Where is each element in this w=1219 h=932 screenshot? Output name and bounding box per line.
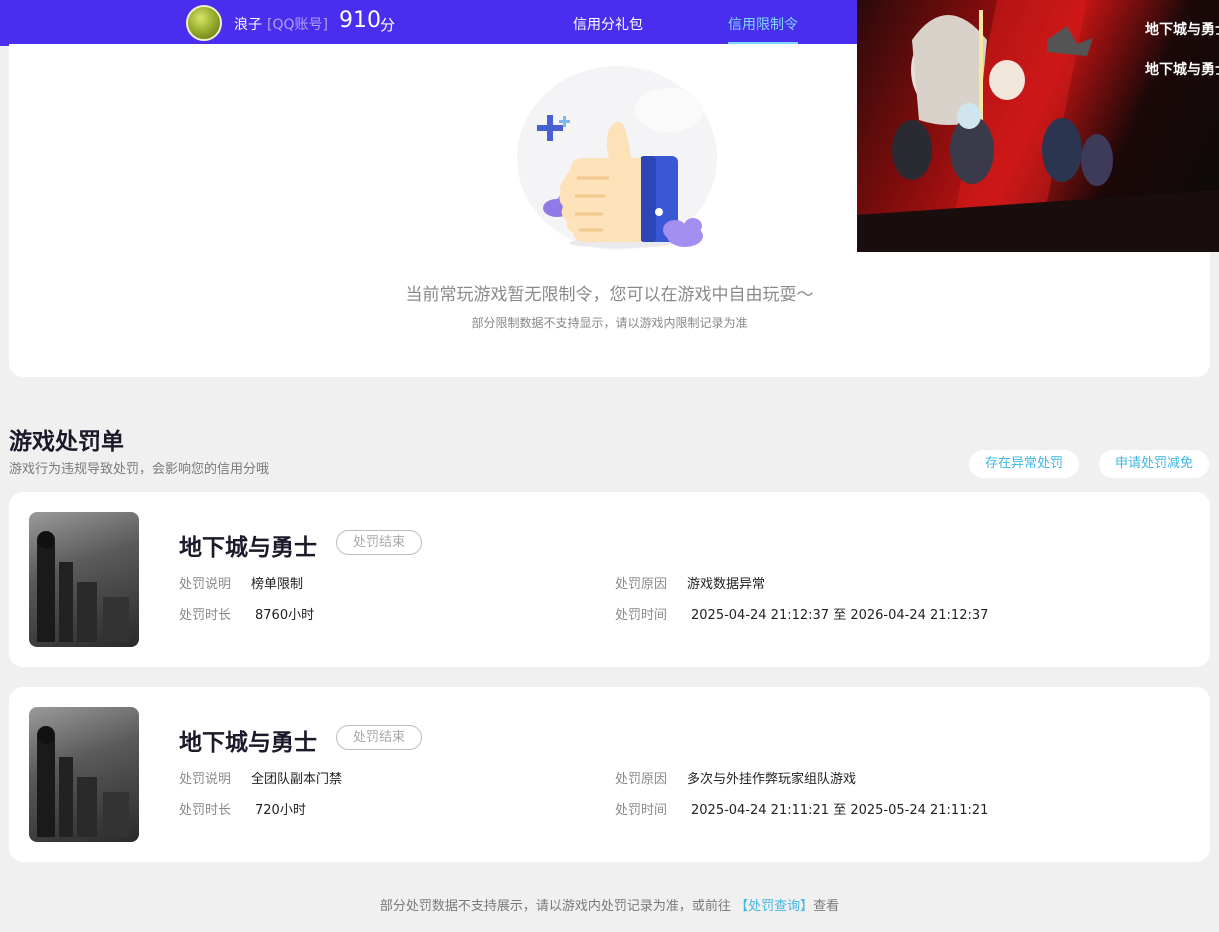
penalty-section-title: 游戏处罚单 [9, 429, 124, 455]
game-banner-ad[interactable]: 地下城与勇士 地下城与勇士 [857, 0, 1219, 252]
tab-credit-limit[interactable]: 信用限制令 [728, 14, 798, 34]
thumbs-up-icon [517, 66, 717, 250]
avatar[interactable] [186, 5, 222, 41]
penalty-reason-label: 处罚原因 [615, 577, 668, 592]
penalty-reason-value: 多次与外挂作弊玩家组队游戏 [687, 772, 857, 787]
penalty-time-label: 处罚时间 [615, 803, 668, 818]
status-badge: 处罚结束 [336, 725, 422, 750]
game-name: 地下城与勇士 [179, 535, 317, 561]
banner-artwork: 地下城与勇士 地下城与勇士 [857, 0, 1219, 252]
penalty-duration-label: 处罚时长 [179, 803, 232, 818]
status-badge: 处罚结束 [336, 530, 422, 555]
game-thumbnail [29, 707, 139, 842]
username: 浪子 [234, 17, 262, 33]
penalty-time-label: 处罚时间 [615, 608, 668, 623]
footer-text-after: 查看 [813, 899, 840, 914]
appeal-reduction-button[interactable]: 申请处罚减免 [1099, 450, 1209, 478]
penalty-desc-value: 全团队副本门禁 [251, 772, 343, 787]
abnormal-penalty-button[interactable]: 存在异常处罚 [969, 450, 1079, 478]
banner-logo-bottom: 地下城与勇士 [1145, 61, 1219, 78]
penalty-desc-value: 榜单限制 [251, 577, 304, 592]
credit-score-unit: 分 [380, 16, 396, 34]
penalty-time-value: 2025-04-24 21:12:37 至 2026-04-24 21:12:3… [691, 608, 989, 623]
penalty-reason-value: 游戏数据异常 [687, 577, 766, 592]
penalty-desc-label: 处罚说明 [179, 772, 232, 787]
banner-logo-top: 地下城与勇士 [1145, 21, 1219, 38]
empty-state-subtitle: 部分限制数据不支持显示，请以游戏内限制记录为准 [471, 316, 748, 330]
penalty-card: 地下城与勇士 处罚结束 处罚说明 全团队副本门禁 处罚时长 720小时 处罚原因… [9, 687, 1210, 862]
penalty-duration-label: 处罚时长 [179, 608, 232, 623]
penalty-duration-value: 8760小时 [255, 608, 315, 623]
game-thumbnail [29, 512, 139, 647]
empty-state-title: 当前常玩游戏暂无限制令，您可以在游戏中自由玩耍～ [405, 285, 814, 305]
game-name: 地下城与勇士 [179, 730, 317, 756]
credit-score: 910 [339, 8, 381, 33]
footer-text: 部分处罚数据不支持展示，请以游戏内处罚记录为准，或前往 [379, 899, 731, 914]
penalty-time-value: 2025-04-24 21:11:21 至 2025-05-24 21:11:2… [691, 803, 989, 818]
footer-note: 部分处罚数据不支持展示，请以游戏内处罚记录为准，或前往 【处罚查询】查看 [0, 895, 1219, 914]
penalty-card: 地下城与勇士 处罚结束 处罚说明 榜单限制 处罚时长 8760小时 处罚原因 游… [9, 492, 1210, 667]
penalty-query-link[interactable]: 【处罚查询】 [735, 899, 813, 914]
penalty-duration-value: 720小时 [255, 803, 306, 818]
penalty-section-subtitle: 游戏行为违规导致处罚，会影响您的信用分哦 [9, 462, 270, 477]
penalty-reason-label: 处罚原因 [615, 772, 668, 787]
account-type: [QQ账号] [267, 17, 328, 33]
tab-credit-gift[interactable]: 信用分礼包 [573, 14, 643, 34]
penalty-desc-label: 处罚说明 [179, 577, 232, 592]
